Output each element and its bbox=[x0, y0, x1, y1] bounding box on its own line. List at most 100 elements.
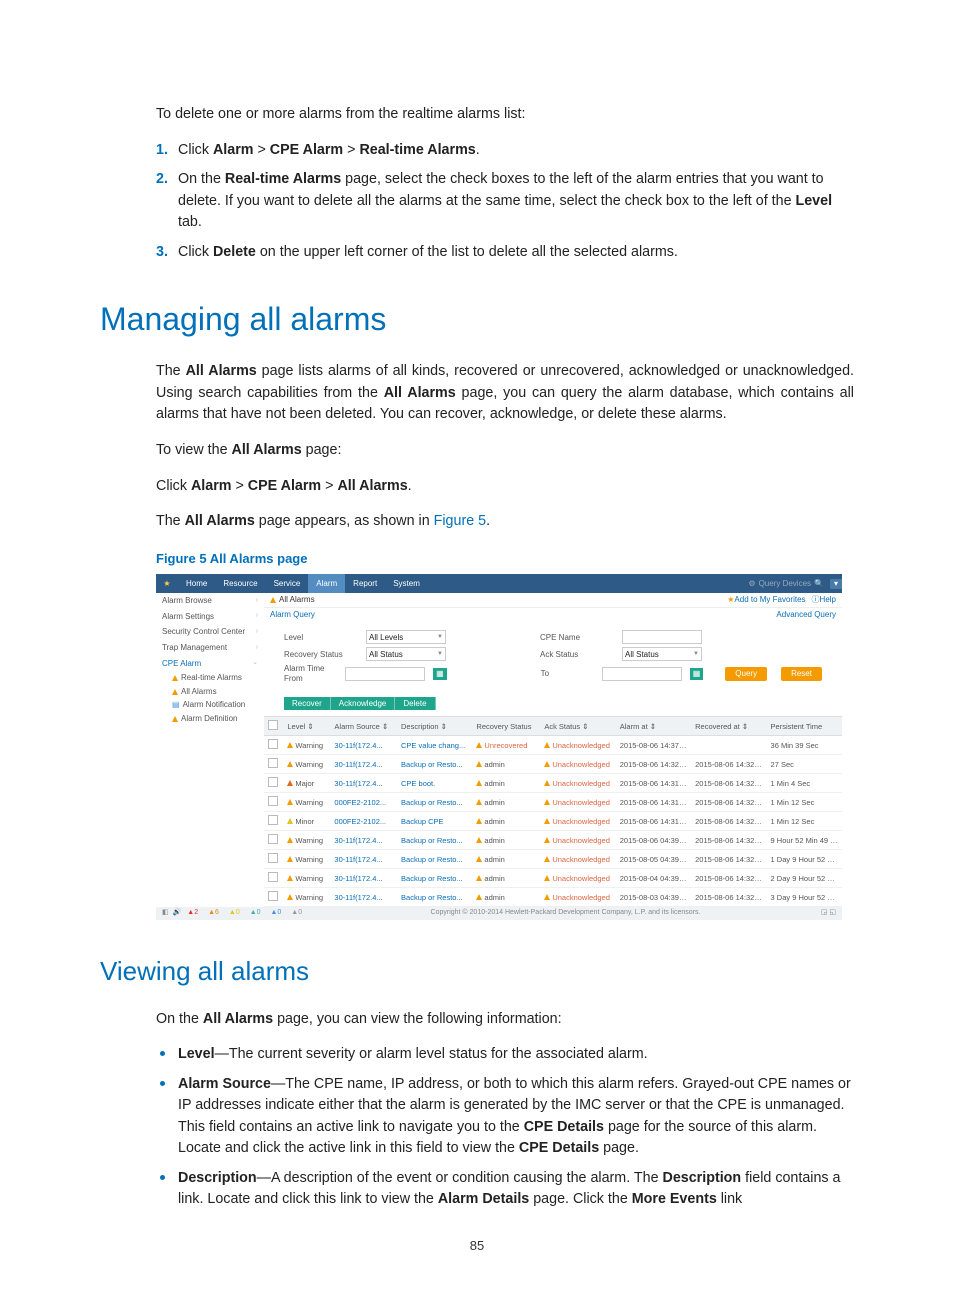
cell-source[interactable]: 30-11f(172.4... bbox=[330, 831, 397, 850]
side-cpe-alarm[interactable]: CPE Alarm⌄ bbox=[156, 656, 264, 672]
chevron-right-icon: › bbox=[256, 612, 258, 620]
col-header[interactable]: Recovered at ⇕ bbox=[691, 717, 766, 736]
sub-all-alarms[interactable]: All Alarms bbox=[156, 685, 264, 699]
side-trap-management[interactable]: Trap Management› bbox=[156, 640, 264, 656]
col-header[interactable] bbox=[264, 717, 283, 736]
level-icon bbox=[287, 875, 293, 881]
cpe-name-label: CPE Name bbox=[540, 633, 614, 643]
chevron-down-icon: ⌄ bbox=[252, 659, 258, 667]
row-checkbox[interactable] bbox=[268, 796, 278, 806]
row-checkbox[interactable] bbox=[268, 777, 278, 787]
side-alarm-browse[interactable]: Alarm Browse› bbox=[156, 593, 264, 609]
cell-description[interactable]: Backup or Resto... bbox=[397, 831, 472, 850]
sub-realtime[interactable]: Real-time Alarms bbox=[156, 671, 264, 685]
acknowledge-button[interactable]: Acknowledge bbox=[331, 697, 396, 711]
from-input[interactable] bbox=[345, 667, 425, 681]
nav-service[interactable]: Service bbox=[266, 574, 309, 593]
reset-button[interactable]: Reset bbox=[781, 667, 822, 681]
col-header[interactable]: Ack Status ⇕ bbox=[540, 717, 615, 736]
recovery-status-select[interactable]: All Status▼ bbox=[366, 647, 446, 661]
side-alarm-settings[interactable]: Alarm Settings› bbox=[156, 609, 264, 625]
list-icon: ▤ bbox=[172, 700, 180, 710]
table-row: Minor000FE2-2102...Backup CPEadminUnackn… bbox=[264, 812, 842, 831]
alarm-icon bbox=[172, 675, 178, 681]
cell-description[interactable]: Backup or Resto... bbox=[397, 755, 472, 774]
add-favorites-link[interactable]: ★Add to My Favorites bbox=[727, 595, 805, 604]
cell-alarm-at: 2015-08-06 14:31:... bbox=[616, 793, 691, 812]
nav-alarm[interactable]: Alarm bbox=[308, 574, 345, 593]
sub-notification[interactable]: ▤Alarm Notification bbox=[156, 698, 264, 712]
row-checkbox[interactable] bbox=[268, 758, 278, 768]
cell-description[interactable]: CPE value chang... bbox=[397, 736, 472, 755]
cell-alarm-at: 2015-08-06 14:31:... bbox=[616, 774, 691, 793]
level-select[interactable]: All Levels▼ bbox=[366, 630, 446, 644]
select-all-checkbox[interactable] bbox=[268, 720, 278, 730]
cell-source[interactable]: 30-11f(172.4... bbox=[330, 888, 397, 907]
row-checkbox[interactable] bbox=[268, 739, 278, 749]
row-checkbox[interactable] bbox=[268, 815, 278, 825]
cell-description[interactable]: Backup or Resto... bbox=[397, 869, 472, 888]
advanced-query-link[interactable]: Advanced Query bbox=[776, 610, 836, 620]
ack-status-select[interactable]: All Status▼ bbox=[622, 647, 702, 661]
dropdown-icon[interactable]: ▾ bbox=[830, 579, 842, 589]
cell-source[interactable]: 30-11f(172.4... bbox=[330, 755, 397, 774]
info-list: Level—The current severity or alarm leve… bbox=[156, 1044, 854, 1210]
cell-source[interactable]: 30-11f(172.4... bbox=[330, 736, 397, 755]
cell-persistent: 36 Min 39 Sec bbox=[767, 736, 842, 755]
cpe-name-input[interactable] bbox=[622, 630, 702, 644]
info-count: ▲0 bbox=[270, 909, 285, 916]
cell-description[interactable]: Backup or Resto... bbox=[397, 850, 472, 869]
col-header[interactable]: Level ⇕ bbox=[283, 717, 330, 736]
nav-home[interactable]: Home bbox=[178, 574, 215, 593]
row-checkbox[interactable] bbox=[268, 891, 278, 901]
status-icon bbox=[476, 799, 482, 805]
cell-source[interactable]: 30-11f(172.4... bbox=[330, 850, 397, 869]
cell-source[interactable]: 000FE2-2102... bbox=[330, 793, 397, 812]
cell-description[interactable]: CPE boot. bbox=[397, 774, 472, 793]
sub-definition[interactable]: Alarm Definition bbox=[156, 712, 264, 726]
star-icon[interactable]: ★ bbox=[156, 579, 178, 589]
nav-resource[interactable]: Resource bbox=[215, 574, 265, 593]
cell-description[interactable]: Backup or Resto... bbox=[397, 888, 472, 907]
cell-description[interactable]: Backup CPE bbox=[397, 812, 472, 831]
row-checkbox[interactable] bbox=[268, 872, 278, 882]
cell-ack: Unacknowledged bbox=[540, 812, 615, 831]
step-num: 2. bbox=[156, 169, 168, 190]
figure-link[interactable]: Figure 5 bbox=[434, 513, 486, 529]
calendar-icon[interactable]: ▦ bbox=[690, 668, 704, 680]
intro-steps: 1.Click Alarm > CPE Alarm > Real-time Al… bbox=[156, 140, 854, 263]
to-input[interactable] bbox=[602, 667, 682, 681]
level-icon bbox=[287, 837, 293, 843]
query-devices[interactable]: ⚙Query Devices🔍 bbox=[742, 579, 830, 589]
col-header[interactable]: Alarm at ⇕ bbox=[616, 717, 691, 736]
nav-report[interactable]: Report bbox=[345, 574, 385, 593]
side-security-control[interactable]: Security Control Center› bbox=[156, 624, 264, 640]
recovery-status-label: Recovery Status bbox=[284, 650, 358, 660]
cell-source[interactable]: 30-11f(172.4... bbox=[330, 869, 397, 888]
col-header[interactable]: Description ⇕ bbox=[397, 717, 472, 736]
row-checkbox[interactable] bbox=[268, 834, 278, 844]
col-header[interactable]: Persistent Time bbox=[767, 717, 842, 736]
status-icon bbox=[476, 875, 482, 881]
recover-button[interactable]: Recover bbox=[284, 697, 331, 711]
query-button[interactable]: Query bbox=[725, 667, 767, 681]
status-icon bbox=[544, 780, 550, 786]
table-row: Major30-11f(172.4...CPE boot.adminUnackn… bbox=[264, 774, 842, 793]
help-link[interactable]: ⓘHelp bbox=[812, 595, 836, 604]
cell-description[interactable]: Backup or Resto... bbox=[397, 793, 472, 812]
delete-button[interactable]: Delete bbox=[395, 697, 435, 711]
cell-persistent: 2 Day 9 Hour 52 Min 4... bbox=[767, 869, 842, 888]
para-figure: The All Alarms page appears, as shown in… bbox=[156, 511, 854, 532]
status-icon bbox=[476, 742, 482, 748]
nav-system[interactable]: System bbox=[385, 574, 428, 593]
cell-source[interactable]: 30-11f(172.4... bbox=[330, 774, 397, 793]
calendar-icon[interactable]: ▦ bbox=[433, 668, 447, 680]
col-header[interactable]: Recovery Status bbox=[472, 717, 540, 736]
cell-source[interactable]: 000FE2-2102... bbox=[330, 812, 397, 831]
col-header[interactable]: Alarm Source ⇕ bbox=[330, 717, 397, 736]
status-icons: ◧🔊 ▲2 ▲6 ▲0 ▲0 ▲0 ▲0 bbox=[162, 909, 310, 917]
status-icon bbox=[476, 856, 482, 862]
status-icon: ◧ bbox=[162, 909, 169, 916]
cell-recovered-at: 2015-08-06 14:32:48 bbox=[691, 831, 766, 850]
row-checkbox[interactable] bbox=[268, 853, 278, 863]
